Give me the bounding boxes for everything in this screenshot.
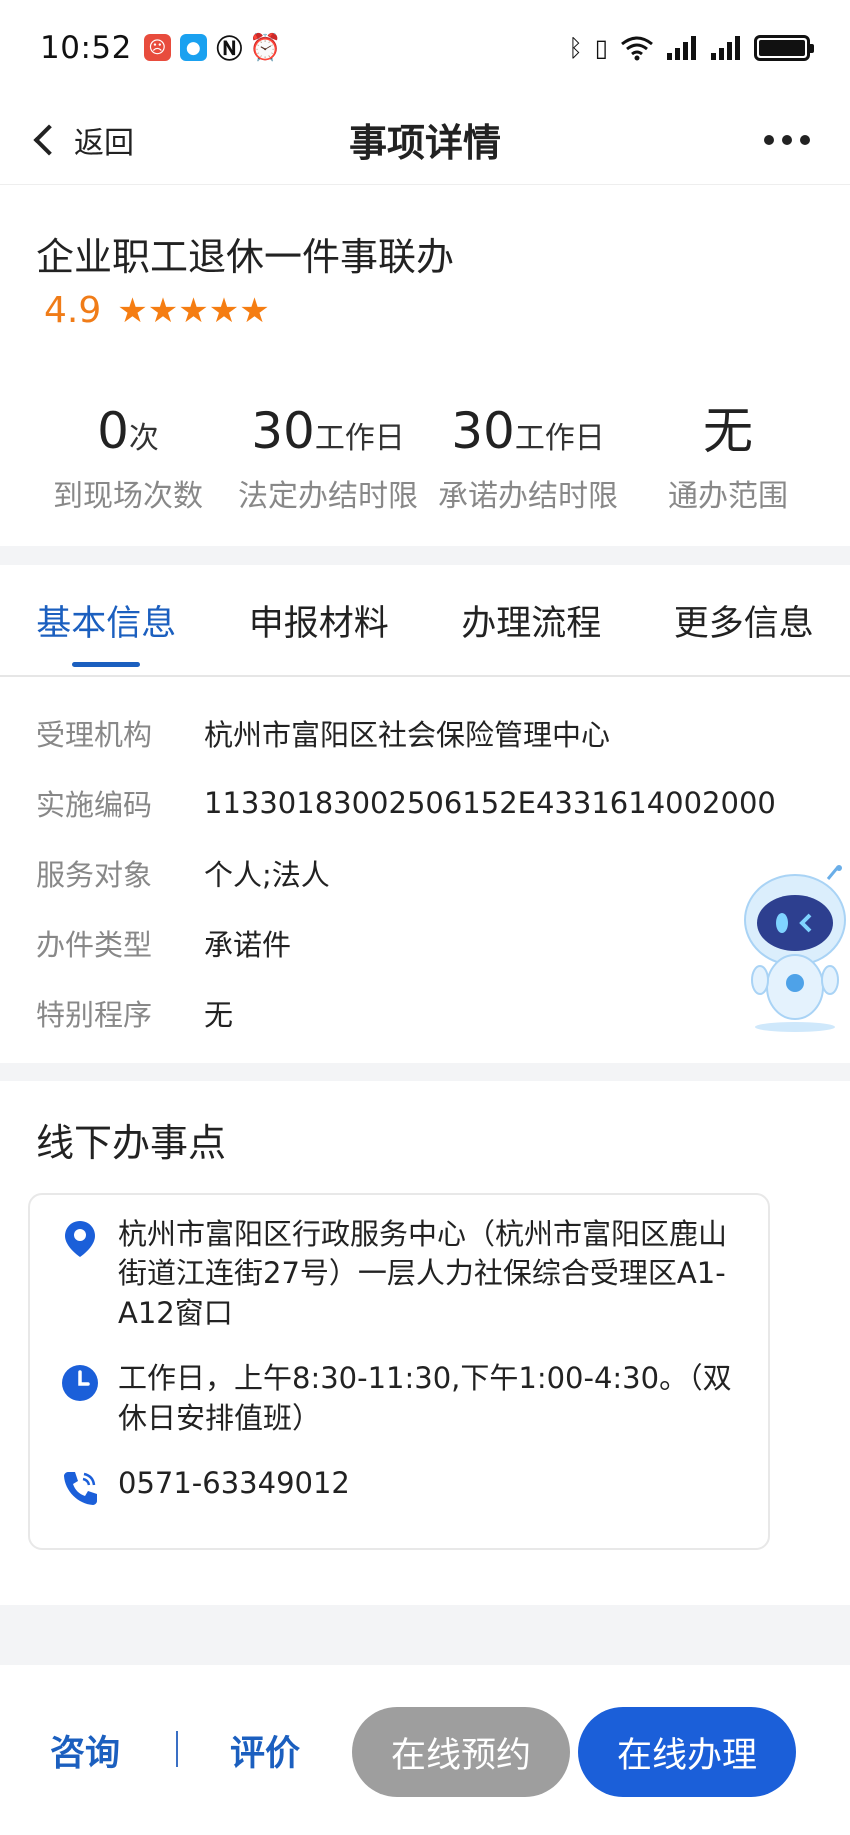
info-label: 实施编码 [36, 788, 153, 822]
status-time: 10:52 [40, 29, 132, 66]
info-row-agency: 受理机构 杭州市富阳区社会保险管理中心 [36, 698, 776, 768]
stat-value: 30 [451, 402, 515, 460]
robot-assistant-icon[interactable] [740, 865, 850, 1035]
rating-stars-icon: ★★★★★ [117, 290, 270, 331]
basic-info-list: 受理机构 杭州市富阳区社会保险管理中心 实施编码 113301830025061… [36, 698, 776, 1048]
section-divider [0, 546, 850, 565]
app-notification-icon: ☹ [143, 34, 171, 61]
info-label: 受理机构 [36, 718, 153, 752]
stat-scope: 无 通办范围 [628, 401, 828, 515]
stat-unit: 次 [128, 421, 159, 456]
section-divider [0, 1605, 850, 1665]
bottom-action-bar: 咨询 评价 在线预约 在线办理 [0, 1665, 850, 1835]
status-right-icons: ᛒ ▯ [568, 33, 814, 62]
stat-value: 无 [703, 402, 753, 460]
info-value: 个人;法人 [204, 858, 330, 892]
consult-button[interactable]: 咨询 [50, 1725, 120, 1776]
vibrate-icon: ▯ [594, 33, 608, 62]
status-left-icons: ☹ ● Ⓝ ⏰ [143, 32, 282, 65]
bluetooth-icon: ᛒ [568, 33, 583, 62]
evaluate-button[interactable]: 评价 [230, 1725, 300, 1776]
info-label: 服务对象 [36, 858, 153, 892]
battery-icon [754, 34, 814, 61]
signal-icon [711, 35, 740, 60]
info-value: 11330183002506152E4331614002000 [204, 786, 776, 820]
info-label: 特别程序 [36, 998, 153, 1032]
wifi-icon [621, 36, 653, 60]
message-icon: ● [179, 34, 207, 61]
stat-label: 到现场次数 [53, 479, 203, 514]
office-address: 杭州市富阳区行政服务中心（杭州市富阳区鹿山街道江连街27号）一层人力社保综合受理… [118, 1217, 728, 1330]
stat-visits: 0次 到现场次数 [28, 401, 228, 515]
info-row-code: 实施编码 11330183002506152E4331614002000 [36, 768, 776, 838]
stats-row: 0次 到现场次数 30工作日 法定办结时限 30工作日 承诺办结时限 无 通办范… [28, 401, 828, 515]
stat-label: 通办范围 [668, 479, 788, 514]
status-bar: 10:52 ☹ ● Ⓝ ⏰ ᛒ ▯ [0, 0, 850, 95]
back-label: 返回 [74, 125, 134, 161]
nav-bar: 返回 事项详情 [0, 95, 850, 185]
section-divider [0, 1063, 850, 1081]
tab-materials[interactable]: 申报材料 [213, 565, 426, 675]
stat-label: 承诺办结时限 [438, 479, 618, 514]
chevron-left-icon [33, 123, 65, 156]
info-label: 办件类型 [36, 928, 153, 962]
back-button[interactable]: 返回 [30, 118, 134, 162]
more-menu-button[interactable] [764, 134, 810, 145]
info-value: 杭州市富阳区社会保险管理中心 [204, 718, 611, 752]
office-hours-row: 工作日，上午8:30-11:30,下午1:00-4:30。（双休日安排值班） [60, 1359, 738, 1438]
info-value: 无 [204, 998, 234, 1032]
stat-unit: 工作日 [314, 421, 405, 456]
item-title: 企业职工退休一件事联办 [36, 235, 455, 279]
location-pin-icon [65, 1221, 95, 1257]
more-dots-icon [764, 134, 774, 145]
stat-unit: 工作日 [514, 421, 605, 456]
tab-more-info[interactable]: 更多信息 [638, 565, 850, 675]
info-row-type: 办件类型 承诺件 [36, 908, 776, 978]
phone-icon [64, 1472, 97, 1506]
stat-legal-limit: 30工作日 法定办结时限 [228, 401, 428, 515]
info-row-special: 特别程序 无 [36, 978, 776, 1048]
tab-bar: 基本信息 申报材料 办理流程 更多信息 [0, 565, 850, 677]
item-header: 企业职工退休一件事联办 4.9 ★★★★★ 0次 到现场次数 30工作日 法定办… [0, 186, 850, 546]
office-hours: 工作日，上午8:30-11:30,下午1:00-4:30。（双休日安排值班） [118, 1361, 732, 1435]
online-appointment-button[interactable]: 在线预约 [352, 1707, 570, 1797]
signal-icon [667, 35, 696, 60]
office-phone: 0571-63349012 [118, 1466, 350, 1501]
alarm-icon: ⏰ [249, 32, 282, 63]
clock-icon [62, 1365, 98, 1402]
rating-score: 4.9 [44, 290, 102, 331]
tab-process[interactable]: 办理流程 [425, 565, 638, 675]
office-card: 杭州市富阳区行政服务中心（杭州市富阳区鹿山街道江连街27号）一层人力社保综合受理… [28, 1193, 770, 1550]
nfc-icon: Ⓝ [216, 35, 243, 65]
stat-value: 30 [251, 402, 315, 460]
tab-basic-info[interactable]: 基本信息 [0, 565, 213, 675]
stat-value: 0 [97, 402, 129, 460]
stat-promised-limit: 30工作日 承诺办结时限 [428, 401, 628, 515]
online-handle-button[interactable]: 在线办理 [578, 1707, 796, 1797]
office-address-row: 杭州市富阳区行政服务中心（杭州市富阳区鹿山街道江连街27号）一层人力社保综合受理… [60, 1215, 738, 1333]
info-value: 承诺件 [204, 928, 292, 962]
bottom-divider [176, 1731, 178, 1767]
rating-row: 4.9 ★★★★★ [44, 290, 270, 331]
stat-label: 法定办结时限 [238, 479, 418, 514]
info-row-target: 服务对象 个人;法人 [36, 838, 776, 908]
offline-section-title: 线下办事点 [36, 1121, 227, 1165]
office-phone-row[interactable]: 0571-63349012 [60, 1464, 738, 1508]
